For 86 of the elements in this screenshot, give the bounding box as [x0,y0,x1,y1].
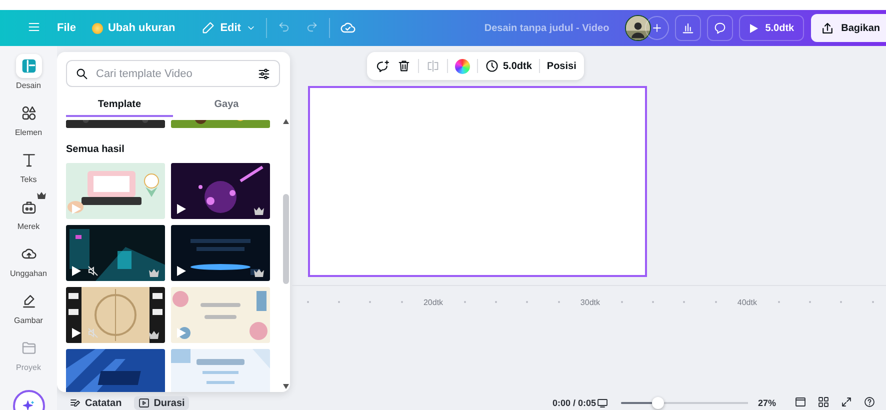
share-icon [820,20,836,36]
scroll-down-icon[interactable] [283,384,289,389]
avatar[interactable] [625,15,652,41]
sidebar-item[interactable]: Desain [2,54,56,101]
zoom-percentage: 27% [758,398,776,408]
crown-icon [36,192,46,199]
play-icon [176,265,187,277]
tick-mark [464,301,466,303]
duration-button[interactable]: 5.0dtk [485,59,532,73]
tick-mark [808,301,811,303]
clock-icon [485,59,499,73]
search-icon [75,66,89,80]
trash-icon[interactable] [397,59,411,73]
sidebar-item[interactable]: Unggahan [2,242,56,289]
help-icon[interactable] [863,396,876,408]
pencil-icon [201,21,216,35]
play-icon [71,203,82,215]
notes-icon [69,397,81,409]
tick-mark [778,301,780,303]
crown-icon [149,331,159,339]
speech-bubble-icon [713,21,728,35]
sparkle-icon [22,399,36,410]
time-label: 20dtk [423,298,444,306]
tick-mark [683,301,686,303]
sidebar-item[interactable]: Elemen [2,101,56,148]
position-button[interactable]: Posisi [546,60,576,72]
crown-icon [149,269,159,277]
mute-icon [87,327,99,339]
search-field[interactable]: Cari template Video [96,68,250,80]
play-icon [71,265,82,277]
pen-icon [20,293,36,309]
fullscreen-icon[interactable] [840,396,853,408]
play-icon [71,327,82,339]
layout-icon [20,58,36,74]
scrollbar-thumb[interactable] [283,194,289,284]
comment-add-icon[interactable] [375,58,390,74]
grid-view-icon[interactable] [817,396,830,408]
tick-mark [714,301,717,303]
color-picker[interactable] [455,58,470,74]
sidebar-item[interactable]: Teks [2,148,56,195]
folder-icon [20,340,36,356]
playback-time: 0:00 / 0:05 [552,398,596,408]
tick-mark [495,301,498,303]
tick-mark [369,301,372,303]
text-icon [20,152,36,168]
play-icon [749,22,760,34]
sidebar-item[interactable]: Gambar [2,289,56,336]
slider-thumb[interactable] [652,397,664,409]
mute-icon [87,265,99,277]
time-label: 30dtk [580,298,600,306]
tick-mark [306,301,309,303]
plus-icon [651,22,664,34]
tick-mark [558,301,560,303]
play-icon [176,327,187,339]
filter-icon[interactable] [257,66,271,80]
add-collaborator-button[interactable] [645,16,670,40]
design-page[interactable] [308,86,647,277]
comment-button[interactable] [707,15,734,41]
play-frame-icon [138,397,150,409]
page-view-icon[interactable] [794,396,807,408]
crown-icon [254,269,264,277]
scroll-up-icon[interactable] [283,119,289,124]
crown-icon [254,207,264,215]
screen-icon[interactable] [596,397,609,409]
tick-mark [652,301,654,303]
tick-mark [400,301,403,303]
section-title: Semua hasil [66,144,126,155]
duration-tab[interactable]: Durasi [134,396,189,410]
briefcase-icon [20,199,36,215]
tab[interactable]: Gaya [173,93,280,117]
notes-button[interactable]: Catatan [65,396,126,410]
tick-mark [338,301,340,303]
tick-mark [526,301,528,303]
bar-chart-icon [681,21,696,35]
tick-mark [872,301,874,303]
share-button[interactable]: Bagikan [811,14,886,42]
tick-mark [620,301,623,303]
play-icon [176,203,187,215]
tick-mark [840,301,842,303]
tab[interactable]: Template [66,93,173,117]
sidebar-item[interactable]: Merek [2,195,56,242]
shapes-icon [20,105,36,121]
play-button[interactable]: 5.0dtk [739,15,804,41]
search-bar[interactable]: Cari template Video [66,60,280,87]
insights-button[interactable] [675,15,702,41]
time-label: 40dtk [737,298,757,306]
